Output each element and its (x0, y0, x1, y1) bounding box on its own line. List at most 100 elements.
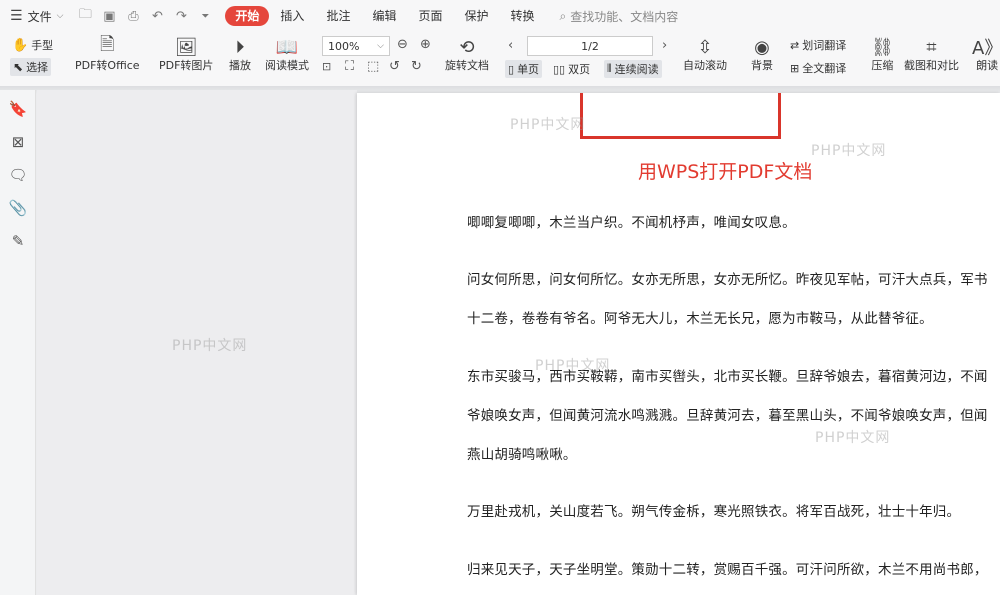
left-sidebar: 🔖 ⊠ 🗨 📎 ✎ (0, 90, 36, 595)
read-mode-label: 阅读模式 (265, 59, 309, 72)
screenshot-icon: ⌗ (926, 36, 937, 58)
toolbar: ✋ 手型 ⬉ 选择 🗎 PDF转Office 🖼 PDF转图片 ⏵ 播放 📖 阅… (0, 32, 1000, 86)
pdf-to-word-icon: 🗎 (100, 34, 115, 55)
rotate-doc-button[interactable]: ⟲ 旋转文档 (445, 35, 489, 73)
file-menu[interactable]: ☰ 文件 ⌵ (10, 8, 63, 25)
pdf-to-office-button[interactable]: 🗎 PDF转Office (75, 34, 140, 73)
page-indicator: 1/2 (581, 39, 599, 53)
continuous-icon: ⫴ (607, 62, 612, 75)
fit-page-icon[interactable]: ⛶ (345, 59, 354, 74)
attachment-icon[interactable]: 📎 (9, 199, 28, 217)
compress-button[interactable]: ⛓ 压缩 (871, 35, 894, 73)
redo-icon[interactable]: ↷ (173, 9, 189, 24)
search-icon: ⌕ (559, 8, 567, 23)
menu-bar: ☰ 文件 ⌵ 🗀 ▣ ⎙ ↶ ↷ ⏷ 开始 插入 批注 编辑 页面 保护 转换 … (0, 0, 1000, 32)
select-tool-label: 选择 (26, 61, 49, 74)
highlight-box (580, 93, 781, 139)
ribbon-tabs: 开始 插入 批注 编辑 页面 保护 转换 (225, 6, 545, 26)
paragraph-line: 归来见天子，天子坐明堂。策勋十二转，赏赐百千强。可汗问所欲，木兰不用尚书郎， (467, 562, 988, 578)
play-icon: ⏵ (235, 36, 245, 58)
continuous-read-button[interactable]: ⫴ 连续阅读 (604, 60, 662, 78)
signature-icon[interactable]: ✎ (9, 232, 27, 250)
page-caption: 用WPS打开PDF文档 (638, 161, 813, 183)
document-translate-icon: ⊞ (790, 61, 800, 75)
chevron-down-icon: ⌵ (56, 11, 64, 21)
open-folder-icon[interactable]: 🗀 (77, 5, 93, 27)
double-page-button[interactable]: ▯▯ 双页 (553, 61, 590, 77)
tab-annotate[interactable]: 批注 (315, 6, 361, 26)
pdf-to-image-label: PDF转图片 (159, 59, 214, 72)
tab-protect[interactable]: 保护 (453, 6, 499, 26)
play-label: 播放 (229, 59, 251, 72)
read-aloud-icon: A》 (972, 38, 1000, 59)
paragraph-line: 万里赴戎机，关山度若飞。朔气传金柝，寒光照铁衣。将军百战死，壮士十年归。 (467, 504, 961, 520)
watermark: PHP中文网 (815, 430, 891, 446)
background-label: 背景 (751, 59, 773, 72)
quick-access-bar: 🗀 ▣ ⎙ ↶ ↷ ⏷ (77, 5, 213, 27)
tab-page[interactable]: 页面 (407, 6, 453, 26)
auto-scroll-button[interactable]: ⇳ 自动滚动 (683, 35, 727, 73)
zoom-in-icon[interactable]: ⊕ (420, 37, 431, 52)
paragraph-line: 爷娘唤女声，但闻黄河流水鸣溅溅。旦辞黄河去，暮至黑山头，不闻爷娘唤女声，但闻 (467, 408, 988, 424)
paragraph-line: 唧唧复唧唧，木兰当户织。不闻机杼声，唯闻女叹息。 (467, 215, 796, 231)
actual-size-icon[interactable]: ⊡ (322, 60, 331, 73)
paragraph-line: 十二卷，卷卷有爷名。阿爷无大儿，木兰无长兄，愿为市鞍马，从此替爷征。 (467, 311, 933, 327)
read-aloud-label: 朗读 (976, 59, 999, 72)
file-menu-label: 文件 (27, 9, 52, 24)
translate-icon: ⇄ (790, 38, 800, 52)
zoom-select[interactable]: 100% ⌵ (322, 36, 390, 56)
tab-edit[interactable]: 编辑 (361, 6, 407, 26)
auto-scroll-label: 自动滚动 (683, 59, 727, 72)
watermark: PHP中文网 (811, 143, 887, 159)
rotate-page-icon: ⟲ (459, 36, 475, 58)
single-page-icon: ▯ (508, 62, 515, 76)
zoom-value: 100% (328, 39, 360, 53)
play-button[interactable]: ⏵ 播放 (229, 35, 251, 73)
continuous-label: 连续阅读 (614, 63, 659, 76)
chevron-down-icon: ⌵ (377, 41, 384, 51)
tab-convert[interactable]: 转换 (500, 6, 546, 26)
hand-tool-label: 手型 (31, 39, 54, 52)
select-tool-button[interactable]: ⬉ 选择 (10, 58, 52, 76)
full-translate-button[interactable]: ⊞ 全文翻译 (790, 60, 846, 76)
more-dropdown-icon[interactable]: ⏷ (197, 11, 213, 22)
single-page-label: 单页 (517, 63, 540, 76)
prev-page-icon[interactable]: ‹ (508, 38, 513, 53)
undo-icon[interactable]: ↶ (149, 9, 165, 24)
double-page-label: 双页 (568, 63, 591, 76)
pdf-page: 用WPS打开PDF文档 唧唧复唧唧，木兰当户织。不闻机杼声，唯闻女叹息。 问女何… (357, 93, 1000, 595)
save-icon[interactable]: ▣ (101, 9, 117, 24)
search-box[interactable]: ⌕ 查找功能、文档内容 (560, 8, 679, 25)
page-number-input[interactable]: 1/2 (527, 36, 653, 56)
pdf-to-office-label: PDF转Office (75, 59, 140, 72)
image-icon: 🖼 (174, 36, 198, 58)
double-page-icon: ▯▯ (553, 62, 566, 76)
hand-tool-button[interactable]: ✋ 手型 (12, 37, 53, 53)
next-page-icon[interactable]: › (662, 38, 667, 53)
paragraph-line: 问女何所思，问女何所忆。女亦无所思，女亦无所忆。昨夜见军帖，可汗大点兵，军书 (467, 272, 988, 288)
tab-home[interactable]: 开始 (225, 6, 270, 26)
zoom-out-icon[interactable]: ⊖ (397, 37, 408, 52)
eye-icon: ◉ (754, 36, 770, 58)
tab-insert[interactable]: 插入 (269, 6, 315, 26)
bookmark-icon[interactable]: 🔖 (9, 100, 28, 118)
screenshot-compare-button[interactable]: ⌗ 截图和对比 (904, 35, 959, 73)
background-button[interactable]: ◉ 背景 (751, 35, 773, 73)
print-icon[interactable]: ⎙ (125, 9, 141, 24)
word-translate-button[interactable]: ⇄ 划词翻译 (790, 37, 846, 53)
wps-pdf-window: ☰ 文件 ⌵ 🗀 ▣ ⎙ ↶ ↷ ⏷ 开始 插入 批注 编辑 页面 保护 转换 … (0, 0, 1000, 595)
pdf-to-image-button[interactable]: 🖼 PDF转图片 (159, 35, 213, 73)
auto-scroll-icon: ⇳ (697, 36, 713, 58)
read-aloud-button[interactable]: A》 朗读 (972, 35, 1000, 73)
rotate-right-icon[interactable]: ↻ (411, 59, 422, 74)
single-page-button[interactable]: ▯ 单页 (505, 60, 543, 78)
hand-icon: ✋ (12, 37, 29, 53)
thumbnail-icon[interactable]: ⊠ (9, 133, 27, 151)
comment-icon[interactable]: 🗨 (8, 166, 27, 184)
word-translate-label: 划词翻译 (802, 39, 847, 52)
rotate-left-icon[interactable]: ↺ (389, 59, 400, 74)
paragraph-line: 燕山胡骑鸣啾啾。 (467, 447, 577, 463)
hamburger-icon: ☰ (10, 8, 23, 24)
read-mode-button[interactable]: 📖 阅读模式 (265, 35, 309, 73)
fit-width-icon[interactable]: ⬚ (367, 59, 379, 74)
